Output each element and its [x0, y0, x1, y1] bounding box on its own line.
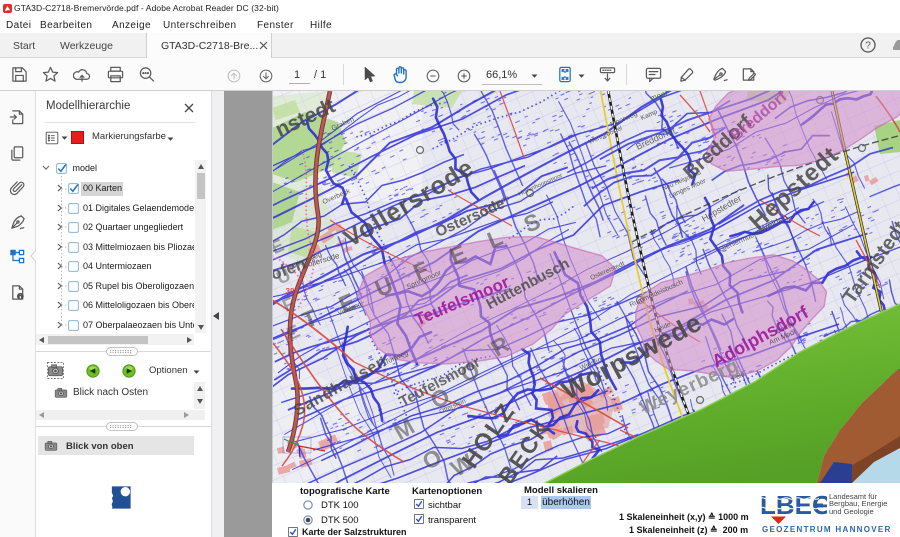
svg-text:39: 39 [286, 287, 295, 296]
svg-text:?: ? [865, 41, 871, 52]
